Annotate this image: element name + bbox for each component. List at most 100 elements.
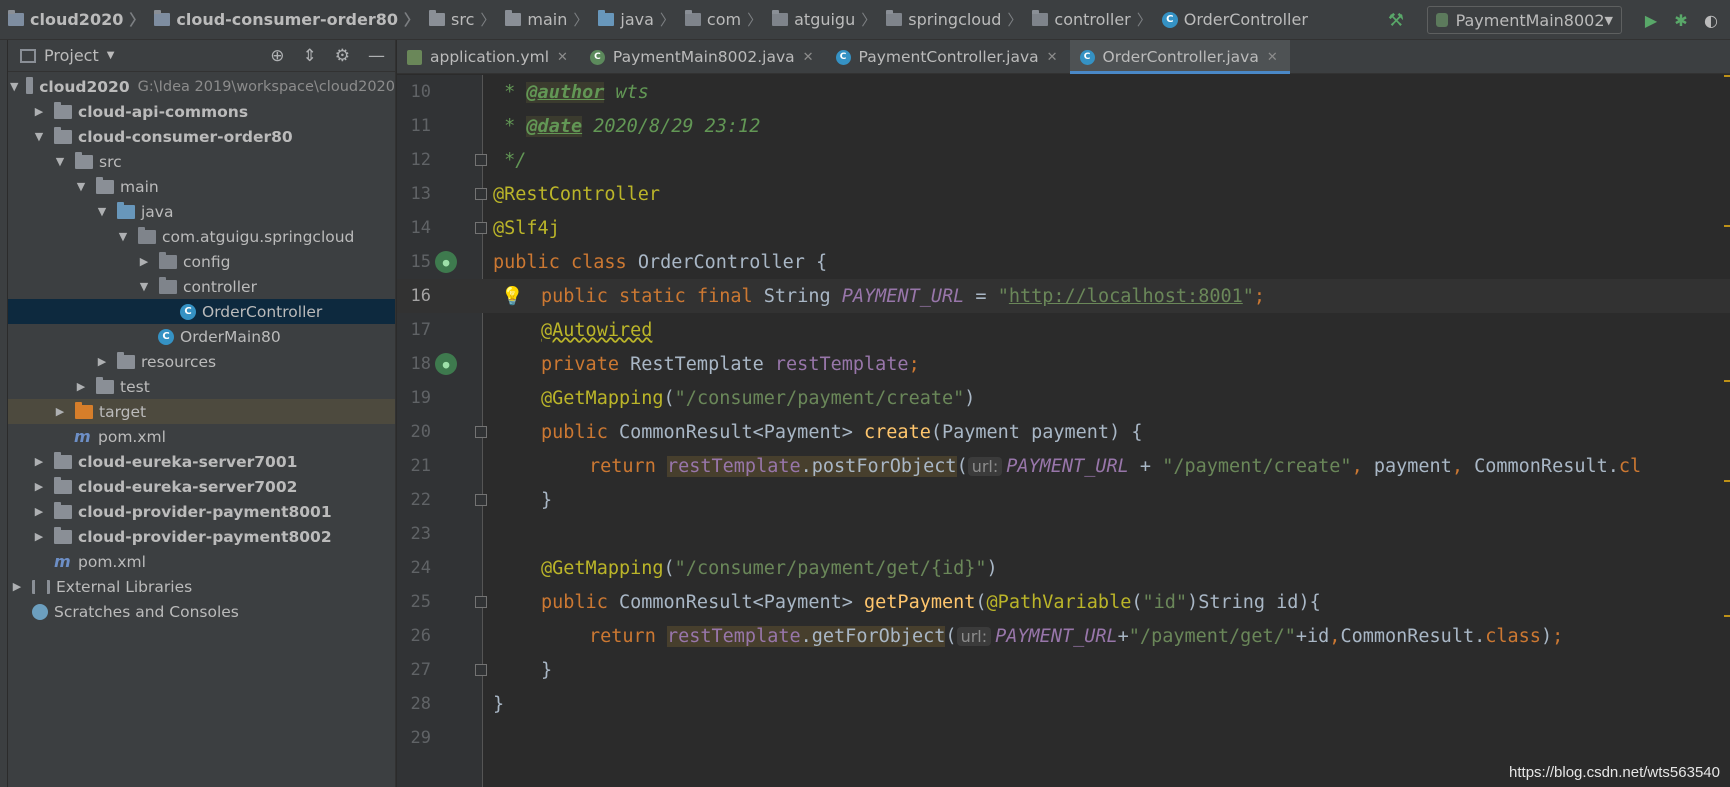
expanded-arrow-icon[interactable]: ▼ bbox=[116, 230, 130, 243]
project-icon bbox=[20, 48, 36, 63]
breadcrumb-item-com[interactable]: com 〉 bbox=[679, 0, 766, 40]
fold-marker-icon[interactable] bbox=[475, 494, 487, 506]
spring-bean-gutter-icon[interactable]: ● bbox=[435, 251, 457, 273]
autowired-gutter-icon[interactable]: ● bbox=[435, 353, 457, 375]
tree-item-ordercontroller[interactable]: C OrderController bbox=[8, 299, 395, 324]
tree-item-root-pom-xml[interactable]: m pom.xml bbox=[8, 549, 395, 574]
tree-item-external-libraries[interactable]: ▶ External Libraries bbox=[8, 574, 395, 599]
collapse-all-icon[interactable]: ⇕ bbox=[303, 46, 317, 66]
chevron-down-icon[interactable]: ▼ bbox=[107, 50, 115, 61]
tree-item-cloud-api-commons[interactable]: ▶ cloud-api-commons bbox=[8, 99, 395, 124]
close-icon[interactable]: ✕ bbox=[1047, 50, 1058, 65]
fold-marker-icon[interactable] bbox=[475, 664, 487, 676]
project-panel-title[interactable]: Project bbox=[44, 46, 99, 65]
code-text: */ bbox=[493, 149, 527, 171]
close-icon[interactable]: ✕ bbox=[803, 50, 814, 65]
tab-paymentcontroller-java[interactable]: C PaymentController.java ✕ bbox=[826, 40, 1070, 74]
line-number: 27 bbox=[410, 660, 431, 680]
class-icon: C bbox=[1161, 11, 1178, 28]
breadcrumb-item-controller[interactable]: controller 〉 bbox=[1026, 0, 1155, 40]
coverage-icon[interactable]: ◐ bbox=[1700, 9, 1722, 31]
tree-item-cloud-provider-payment8001[interactable]: ▶ cloud-provider-payment8001 bbox=[8, 499, 395, 524]
tree-item-cloud-consumer-order80[interactable]: ▼ cloud-consumer-order80 bbox=[8, 124, 395, 149]
tree-item-test[interactable]: ▶ test bbox=[8, 374, 395, 399]
tree-item-java[interactable]: ▼ java bbox=[8, 199, 395, 224]
tree-item-main[interactable]: ▼ main bbox=[8, 174, 395, 199]
fold-marker-icon[interactable] bbox=[475, 154, 487, 166]
code-line-21: 21 return restTemplate.postForObject(url… bbox=[397, 449, 1730, 483]
close-icon[interactable]: ✕ bbox=[1267, 50, 1278, 65]
breadcrumb-label: OrderController bbox=[1183, 10, 1308, 29]
breadcrumb-item-main[interactable]: main 〉 bbox=[499, 0, 592, 40]
tree-item-target[interactable]: ▶ target bbox=[8, 399, 395, 424]
breadcrumb-item-java[interactable]: java 〉 bbox=[592, 0, 679, 40]
code-editor[interactable]: 10 * @author wts 11 * @date 2020/8/29 23… bbox=[397, 75, 1730, 787]
tab-application-yml[interactable]: application.yml ✕ bbox=[397, 40, 580, 74]
fold-marker-icon[interactable] bbox=[475, 426, 487, 438]
tab-paymentmain8002-java[interactable]: C PaymentMain8002.java ✕ bbox=[580, 40, 826, 74]
debug-icon[interactable]: ✱ bbox=[1670, 9, 1692, 31]
tree-item-controller[interactable]: ▼ controller bbox=[8, 274, 395, 299]
expanded-arrow-icon[interactable]: ▼ bbox=[137, 280, 151, 293]
breadcrumb-item-src[interactable]: src 〉 bbox=[423, 0, 499, 40]
run-configuration-label: PaymentMain8002 bbox=[1455, 10, 1605, 30]
tree-item-cloud-eureka-server7001[interactable]: ▶ cloud-eureka-server7001 bbox=[8, 449, 395, 474]
tree-item-ordermain80[interactable]: C OrderMain80 bbox=[8, 324, 395, 349]
run-configuration-select[interactable]: PaymentMain8002 ▼ bbox=[1427, 6, 1622, 34]
fold-marker-icon[interactable] bbox=[475, 188, 487, 200]
collapsed-arrow-icon[interactable]: ▶ bbox=[32, 505, 46, 518]
expanded-arrow-icon[interactable]: ▼ bbox=[74, 180, 88, 193]
expanded-arrow-icon[interactable]: ▼ bbox=[95, 205, 109, 218]
tree-item-cloud-provider-payment8002[interactable]: ▶ cloud-provider-payment8002 bbox=[8, 524, 395, 549]
expanded-arrow-icon[interactable]: ▼ bbox=[53, 155, 67, 168]
chevron-right-icon: 〉 bbox=[659, 11, 675, 29]
breadcrumb-item-ordercontroller[interactable]: C OrderController bbox=[1156, 0, 1308, 40]
collapsed-arrow-icon[interactable]: ▶ bbox=[137, 255, 151, 268]
collapsed-arrow-icon[interactable]: ▶ bbox=[10, 580, 24, 593]
error-stripe-mark[interactable] bbox=[1724, 225, 1730, 227]
tab-ordercontroller-java[interactable]: C OrderController.java ✕ bbox=[1069, 40, 1290, 74]
breadcrumb-item-cloud2020[interactable]: cloud2020 〉 bbox=[2, 0, 148, 40]
breadcrumb-item-springcloud[interactable]: springcloud 〉 bbox=[880, 0, 1026, 40]
line-number: 29 bbox=[410, 728, 431, 748]
tree-item-cloud-eureka-server7002[interactable]: ▶ cloud-eureka-server7002 bbox=[8, 474, 395, 499]
collapsed-arrow-icon[interactable]: ▶ bbox=[32, 105, 46, 118]
tree-item-pom-xml[interactable]: m pom.xml bbox=[8, 424, 395, 449]
gear-icon[interactable]: ⚙ bbox=[335, 46, 350, 66]
error-stripe-mark[interactable] bbox=[1724, 615, 1730, 617]
error-stripe-mark[interactable] bbox=[1724, 480, 1730, 482]
tree-item-label: resources bbox=[141, 352, 217, 371]
code-text: @RestController bbox=[493, 183, 661, 205]
close-icon[interactable]: ✕ bbox=[557, 50, 568, 65]
error-stripe-mark[interactable] bbox=[1724, 75, 1730, 77]
tree-item-resources[interactable]: ▶ resources bbox=[8, 349, 395, 374]
tree-item-cloud2020[interactable]: ▼ cloud2020 G:\Idea 2019\workspace\cloud… bbox=[8, 74, 395, 99]
tree-item-scratches[interactable]: Scratches and Consoles bbox=[8, 599, 395, 624]
tree-item-label: pom.xml bbox=[98, 427, 166, 446]
line-number: 24 bbox=[410, 558, 431, 578]
expanded-arrow-icon[interactable]: ▼ bbox=[32, 130, 46, 143]
build-hammer-icon[interactable]: ⚒ bbox=[1385, 9, 1407, 31]
breadcrumb-item-cloud-consumer-order80[interactable]: cloud-consumer-order80 〉 bbox=[148, 0, 423, 40]
collapsed-arrow-icon[interactable]: ▶ bbox=[32, 480, 46, 493]
tree-item-config[interactable]: ▶ config bbox=[8, 249, 395, 274]
run-icon[interactable]: ▶ bbox=[1640, 9, 1662, 31]
code-line-25: 25 public CommonResult<Payment> getPayme… bbox=[397, 585, 1730, 619]
tree-item-src[interactable]: ▼ src bbox=[8, 149, 395, 174]
code-text: @GetMapping("/consumer/payment/create") bbox=[541, 387, 976, 409]
fold-marker-icon[interactable] bbox=[475, 596, 487, 608]
expanded-arrow-icon[interactable]: ▼ bbox=[10, 80, 18, 93]
locate-icon[interactable]: ⊕ bbox=[270, 46, 284, 66]
hide-icon[interactable]: — bbox=[368, 46, 385, 66]
collapsed-arrow-icon[interactable]: ▶ bbox=[74, 380, 88, 393]
collapsed-arrow-icon[interactable]: ▶ bbox=[32, 530, 46, 543]
fold-marker-icon[interactable] bbox=[475, 222, 487, 234]
breadcrumb-item-atguigu[interactable]: atguigu 〉 bbox=[766, 0, 880, 40]
tree-item-com-atguigu-springcloud[interactable]: ▼ com.atguigu.springcloud bbox=[8, 224, 395, 249]
code-line-28: 28 } bbox=[397, 687, 1730, 721]
chevron-right-icon: 〉 bbox=[1136, 11, 1152, 29]
collapsed-arrow-icon[interactable]: ▶ bbox=[53, 405, 67, 418]
collapsed-arrow-icon[interactable]: ▶ bbox=[95, 355, 109, 368]
error-stripe-mark[interactable] bbox=[1724, 380, 1730, 382]
collapsed-arrow-icon[interactable]: ▶ bbox=[32, 455, 46, 468]
